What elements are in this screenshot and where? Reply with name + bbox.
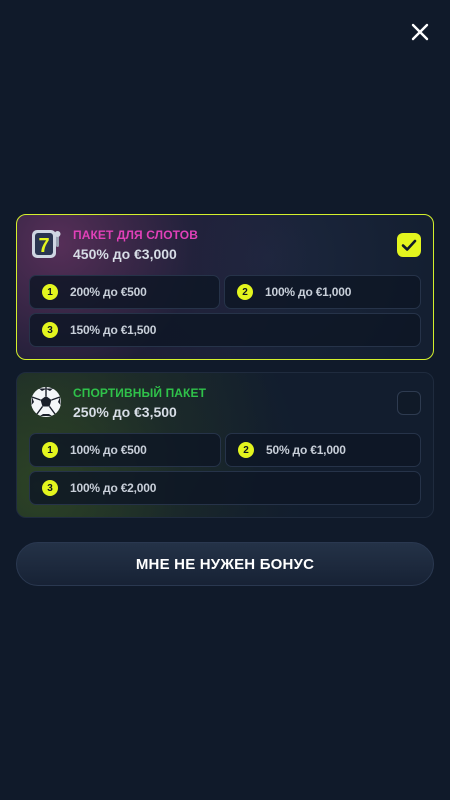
tier-number-badge: 2	[237, 284, 253, 300]
close-icon	[411, 23, 429, 41]
tier-number-badge: 3	[42, 322, 58, 338]
package-checkbox[interactable]	[397, 233, 421, 257]
bonus-tier: 2 100% до €1,000	[224, 275, 421, 309]
tier-number-badge: 1	[42, 442, 58, 458]
tier-text: 200% до €500	[70, 285, 147, 299]
package-title: СПОРТИВНЫЙ ПАКЕТ	[73, 386, 207, 400]
slots-package-card[interactable]: 7 ПАКЕТ ДЛЯ СЛОТОВ 450% до €3,000 1 200%…	[16, 214, 434, 360]
bonus-tier: 3 150% до €1,500	[29, 313, 421, 347]
tier-number-badge: 2	[238, 442, 254, 458]
bonus-tier: 1 100% до €500	[29, 433, 221, 467]
bonus-selection-screen: 7 ПАКЕТ ДЛЯ СЛОТОВ 450% до €3,000 1 200%…	[0, 0, 450, 800]
tier-text: 100% до €2,000	[70, 481, 157, 495]
bonus-tier: 1 200% до €500	[29, 275, 220, 309]
bonus-tier: 3 100% до €2,000	[29, 471, 421, 505]
tier-number-badge: 3	[42, 480, 58, 496]
tier-number-badge: 1	[42, 284, 58, 300]
package-title: ПАКЕТ ДЛЯ СЛОТОВ	[73, 228, 198, 242]
tier-text: 150% до €1,500	[70, 323, 157, 337]
package-checkbox[interactable]	[397, 391, 421, 415]
soccer-ball-icon	[29, 385, 63, 419]
bonus-tier: 2 50% до €1,000	[225, 433, 421, 467]
slot-seven-icon: 7	[29, 227, 63, 261]
tier-text: 50% до €1,000	[266, 443, 346, 457]
tier-text: 100% до €1,000	[265, 285, 352, 299]
svg-text:7: 7	[38, 235, 49, 257]
sport-package-card[interactable]: СПОРТИВНЫЙ ПАКЕТ 250% до €3,500 1 100% д…	[16, 372, 434, 518]
package-subtitle: 450% до €3,000	[73, 246, 177, 262]
no-bonus-button[interactable]: МНЕ НЕ НУЖЕН БОНУС	[16, 542, 434, 586]
checkmark-icon	[401, 239, 417, 251]
close-button[interactable]	[408, 20, 432, 44]
package-subtitle: 250% до €3,500	[73, 404, 177, 420]
tier-text: 100% до €500	[70, 443, 147, 457]
